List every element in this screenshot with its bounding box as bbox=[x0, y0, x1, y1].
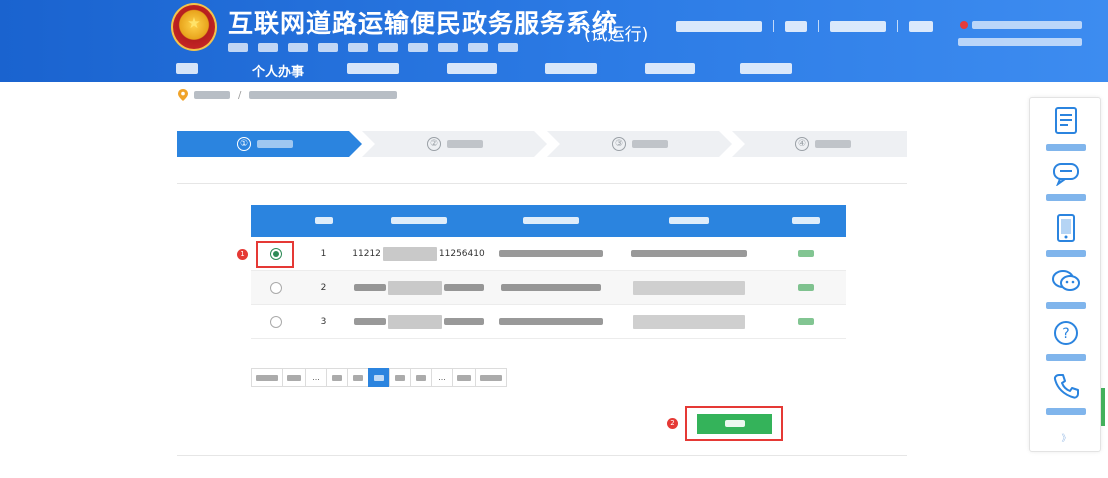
step-4: ④ bbox=[739, 131, 907, 157]
annotation-marker-1: 1 bbox=[237, 249, 248, 260]
national-emblem-icon: ★ bbox=[171, 3, 217, 51]
mobile-phone-icon bbox=[1057, 214, 1075, 242]
top-link-user-center[interactable] bbox=[830, 20, 886, 32]
right-service-sidebar: ? 》 bbox=[1029, 97, 1101, 452]
nav-item-guide[interactable] bbox=[645, 61, 695, 78]
col-id bbox=[346, 205, 491, 237]
row-status bbox=[766, 237, 846, 271]
top-link-accessibility[interactable] bbox=[785, 20, 807, 32]
row-status bbox=[766, 305, 846, 339]
site-title: 互联网道路运输便民政务服务系统 bbox=[228, 9, 619, 38]
sidebar-item-hotline[interactable] bbox=[1030, 372, 1102, 419]
breadcrumb-personal[interactable] bbox=[194, 91, 230, 99]
top-links bbox=[676, 20, 933, 32]
row-name bbox=[611, 237, 766, 271]
page-last[interactable] bbox=[452, 368, 476, 387]
row-type bbox=[491, 305, 611, 339]
sidebar-item-faq[interactable]: ? bbox=[1030, 320, 1102, 365]
table-row[interactable]: 2 bbox=[251, 271, 846, 305]
row-id bbox=[346, 271, 491, 305]
page-ellipsis: ... bbox=[305, 368, 327, 387]
row-type bbox=[491, 237, 611, 271]
document-icon bbox=[1055, 107, 1077, 134]
nav-item-home[interactable] bbox=[176, 61, 198, 78]
step-1: ① bbox=[177, 131, 353, 157]
page-prev[interactable] bbox=[251, 368, 283, 387]
row-radio[interactable] bbox=[270, 315, 282, 328]
annotation-marker-2: 2 bbox=[667, 418, 678, 429]
nav-item-query[interactable] bbox=[545, 61, 597, 78]
nav-item-personal[interactable]: 个人办事 bbox=[252, 61, 305, 84]
vehicle-table: 1 11212 11256410 2 3 bbox=[251, 205, 846, 339]
sidebar-item-consult[interactable] bbox=[1030, 162, 1102, 205]
row-status bbox=[766, 271, 846, 305]
main-nav: 个人办事 bbox=[0, 58, 1108, 84]
col-select bbox=[251, 205, 301, 237]
section-divider bbox=[177, 183, 907, 184]
page-number[interactable] bbox=[347, 368, 369, 387]
alert-dot-icon bbox=[960, 21, 968, 29]
table-header bbox=[251, 205, 846, 237]
pagination: ... ... bbox=[251, 368, 507, 387]
row-type bbox=[491, 271, 611, 305]
scrollbar-thumb[interactable] bbox=[1101, 388, 1105, 426]
step-3: ③ bbox=[554, 131, 726, 157]
breadcrumb: / bbox=[178, 89, 398, 101]
page-number[interactable] bbox=[410, 368, 432, 387]
question-circle-icon: ? bbox=[1054, 321, 1078, 345]
wechat-icon bbox=[1052, 270, 1080, 291]
step-2: ② bbox=[369, 131, 541, 157]
page-next[interactable] bbox=[475, 368, 507, 387]
row-id bbox=[346, 305, 491, 339]
page-number[interactable] bbox=[326, 368, 348, 387]
col-status bbox=[766, 205, 846, 237]
row-name bbox=[611, 271, 766, 305]
footer-divider bbox=[177, 455, 907, 456]
row-index: 2 bbox=[320, 283, 327, 293]
breadcrumb-separator: / bbox=[238, 89, 242, 101]
row-index: 3 bbox=[320, 317, 327, 327]
trial-label: (试运行) bbox=[584, 25, 649, 45]
sidebar-item-wechat[interactable] bbox=[1030, 268, 1102, 313]
row-id: 11212 11256410 bbox=[346, 237, 491, 271]
table-row[interactable]: 1 11212 11256410 bbox=[251, 237, 846, 271]
row-index: 1 bbox=[320, 249, 327, 259]
page-ellipsis: ... bbox=[431, 368, 453, 387]
sidebar-more-chevron-icon[interactable]: 》 bbox=[1030, 431, 1102, 444]
radio-highlight-box bbox=[256, 241, 294, 268]
phone-call-icon bbox=[1053, 374, 1079, 399]
breadcrumb-current bbox=[249, 91, 398, 99]
row-name bbox=[611, 305, 766, 339]
location-pin-icon bbox=[178, 89, 188, 101]
progress-steps: ① ② ③ ④ bbox=[177, 131, 907, 157]
nav-item-certificate[interactable] bbox=[740, 61, 792, 78]
sidebar-item-mini-program[interactable] bbox=[1030, 214, 1102, 261]
chat-bubble-icon bbox=[1053, 163, 1079, 186]
page-number-current[interactable] bbox=[368, 368, 390, 387]
row-radio[interactable] bbox=[270, 281, 282, 294]
site-subtitle bbox=[228, 37, 568, 52]
site-header: ★ 互联网道路运输便民政务服务系统 (试运行) 个人办事 bbox=[0, 0, 1108, 84]
svg-text:?: ? bbox=[1062, 326, 1069, 342]
sidebar-item-one-stop[interactable] bbox=[1030, 106, 1102, 155]
col-type bbox=[491, 205, 611, 237]
top-link-login[interactable] bbox=[909, 20, 933, 32]
next-step-button[interactable] bbox=[697, 414, 772, 434]
top-link-transport-site[interactable] bbox=[676, 20, 762, 32]
table-row[interactable]: 3 bbox=[251, 305, 846, 339]
page-first[interactable] bbox=[282, 368, 306, 387]
page-number[interactable] bbox=[389, 368, 411, 387]
nav-item-progress[interactable] bbox=[447, 61, 497, 78]
col-name bbox=[611, 205, 766, 237]
col-index bbox=[301, 205, 346, 237]
nav-item-corporate[interactable] bbox=[347, 61, 399, 78]
